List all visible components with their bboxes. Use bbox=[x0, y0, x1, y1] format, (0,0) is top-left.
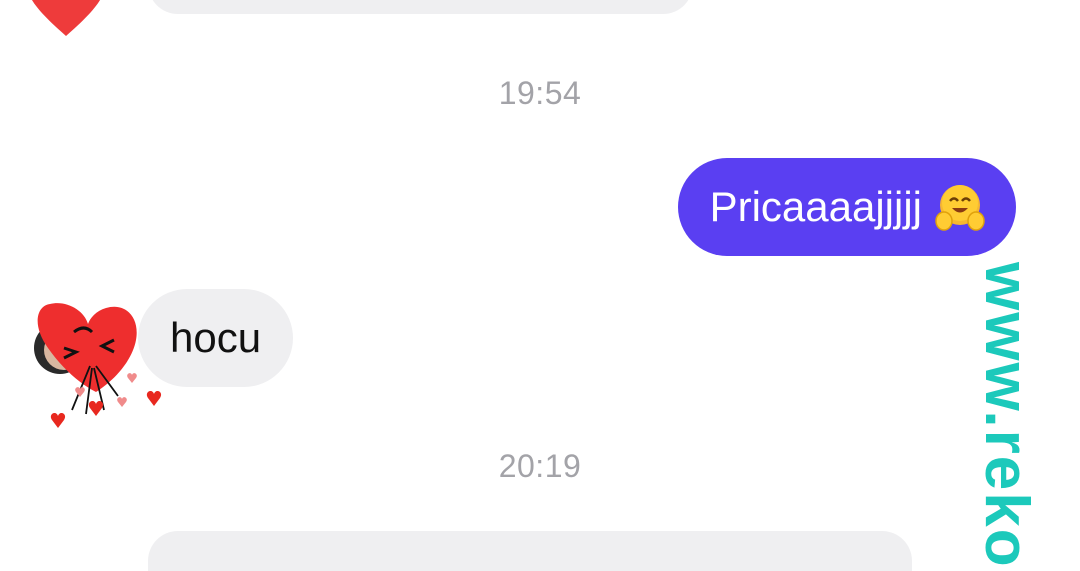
timestamp: 19:54 bbox=[498, 75, 582, 111]
outgoing-message-bubble[interactable]: Pricaaaajjjjj bbox=[677, 158, 1016, 256]
outgoing-message-text: Pricaaaajjjjj bbox=[709, 183, 922, 230]
hugging-face-icon bbox=[935, 185, 985, 231]
chat-thread: 19:54 Pricaaaajjjjj hocu 20:19 www.reko bbox=[0, 0, 1080, 571]
incoming-message-bubble-partial[interactable] bbox=[148, 0, 693, 14]
incoming-message-text: hocu bbox=[170, 314, 262, 361]
heart-sticker-icon bbox=[32, 0, 100, 36]
watermark-text: www.reko bbox=[972, 262, 1041, 569]
incoming-message-bubble-partial[interactable] bbox=[148, 531, 912, 571]
watermark: www.reko bbox=[972, 262, 1050, 569]
timestamp: 20:19 bbox=[498, 448, 582, 484]
incoming-message-bubble[interactable]: hocu bbox=[138, 289, 294, 387]
